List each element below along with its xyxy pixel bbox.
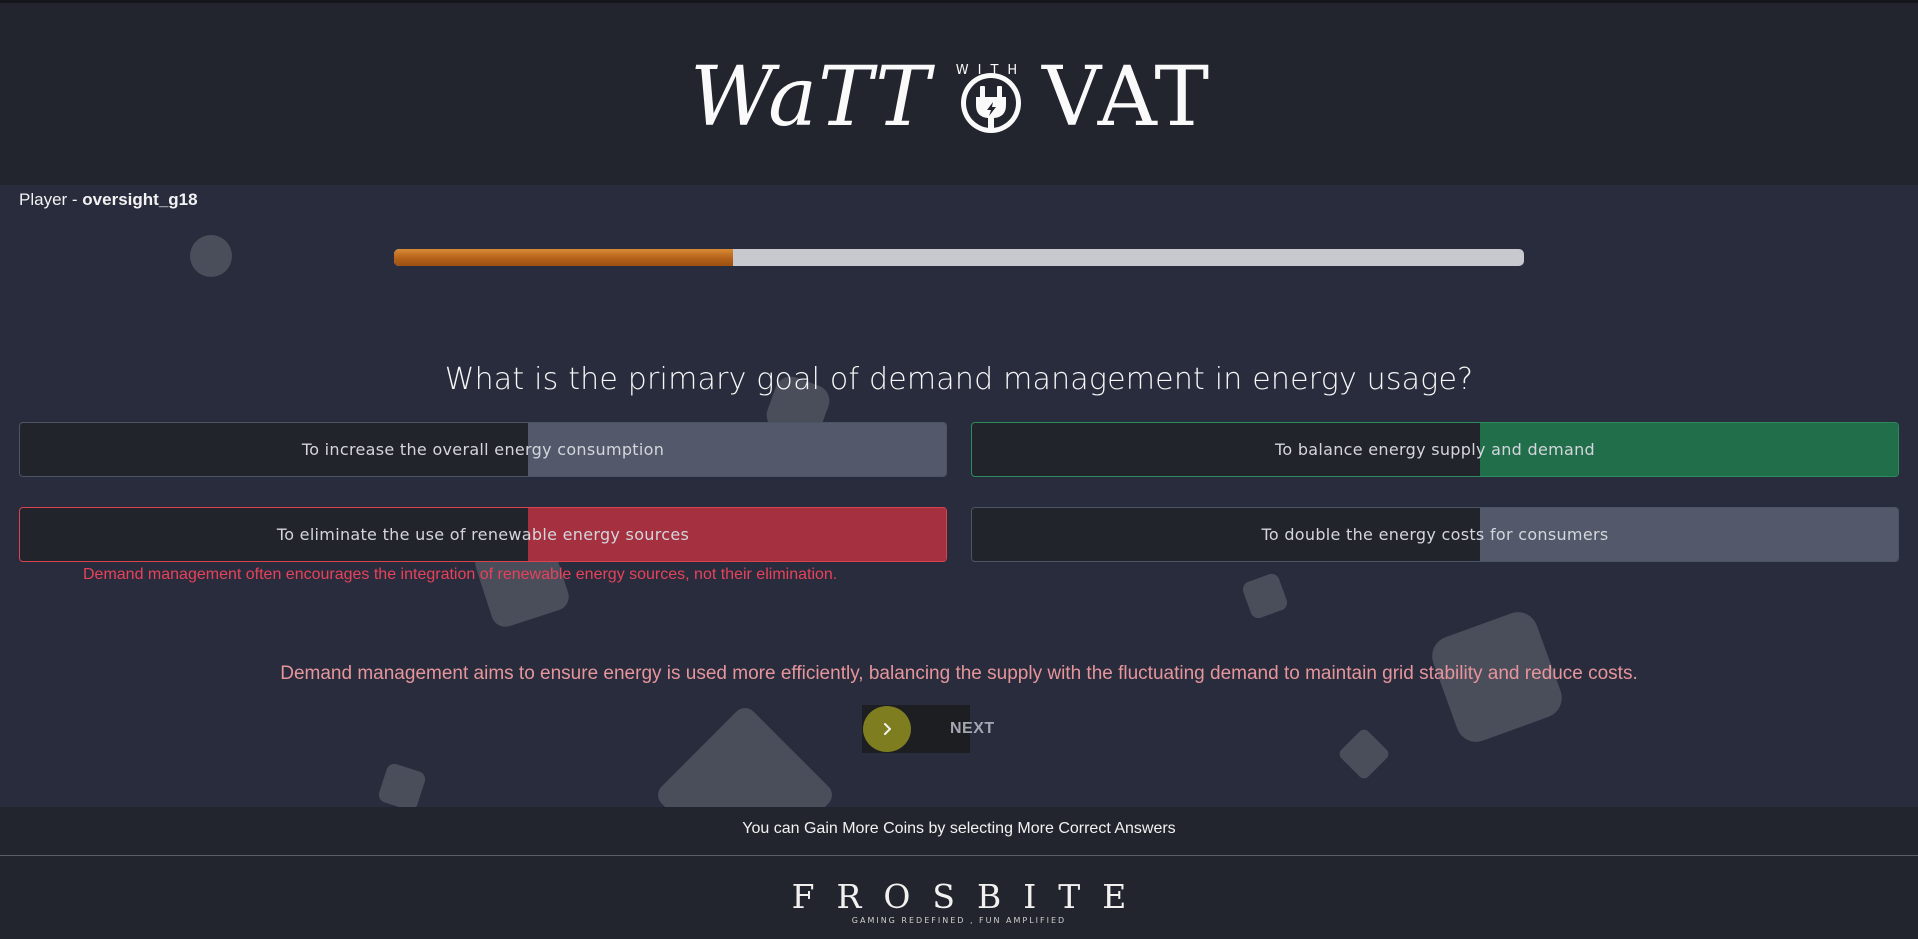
answer-option-increase-consumption[interactable]: To increase the overall energy consumpti… <box>19 422 947 477</box>
footer: FROSBITE GAMING REDEFINED , FUN AMPLIFIE… <box>0 856 1918 939</box>
next-button[interactable]: NEXT <box>862 705 994 753</box>
logo-text-watt: WaTT <box>690 50 931 145</box>
answer-label: To increase the overall energy consumpti… <box>301 440 665 459</box>
quiz-area: Player - oversight_g18 What is the prima… <box>0 185 1918 807</box>
logo-text-vat: VAT <box>1042 50 1212 145</box>
answer-label: To balance energy supply and demand <box>1274 440 1595 459</box>
plug-icon: WITH <box>952 59 1030 137</box>
hint-bar: You can Gain More Coins by selecting Mor… <box>0 807 1918 856</box>
answer-option-eliminate-renewables[interactable]: To eliminate the use of renewable energy… <box>19 507 947 562</box>
frosbite-tagline: GAMING REDEFINED , FUN AMPLIFIED <box>851 916 1067 925</box>
answer-option-balance-supply-demand[interactable]: To balance energy supply and demand <box>971 422 1899 477</box>
answer-option-double-costs[interactable]: To double the energy costs for consumers <box>971 507 1899 562</box>
quiz-progress-bar <box>394 249 1524 266</box>
question-text: What is the primary goal of demand manag… <box>444 362 1474 397</box>
answer-explanation: Demand management aims to ensure energy … <box>280 663 1638 684</box>
background-shape <box>653 703 837 807</box>
player-info: Player - oversight_g18 <box>19 190 198 210</box>
chevron-right-icon <box>863 706 911 752</box>
background-shape <box>1240 571 1290 621</box>
logo-text-with: WITH <box>955 63 1027 78</box>
game-logo: WaTT WITH VAT <box>690 53 1230 143</box>
coins-hint: You can Gain More Coins by selecting Mor… <box>742 820 1176 837</box>
frosbite-logo: FROSBITE <box>791 877 1149 916</box>
player-name: oversight_g18 <box>82 190 198 209</box>
header: WaTT WITH VAT <box>0 3 1918 185</box>
player-label: Player - <box>19 190 83 209</box>
answer-label: To eliminate the use of renewable energy… <box>276 525 690 544</box>
background-shape <box>190 235 232 277</box>
wrong-answer-explanation: Demand management often encourages the i… <box>83 566 838 583</box>
answer-label: To double the energy costs for consumers <box>1261 525 1609 544</box>
next-button-label: NEXT <box>950 720 995 737</box>
background-shape <box>376 761 428 807</box>
progress-fill <box>394 249 733 266</box>
background-shape <box>1337 727 1391 781</box>
